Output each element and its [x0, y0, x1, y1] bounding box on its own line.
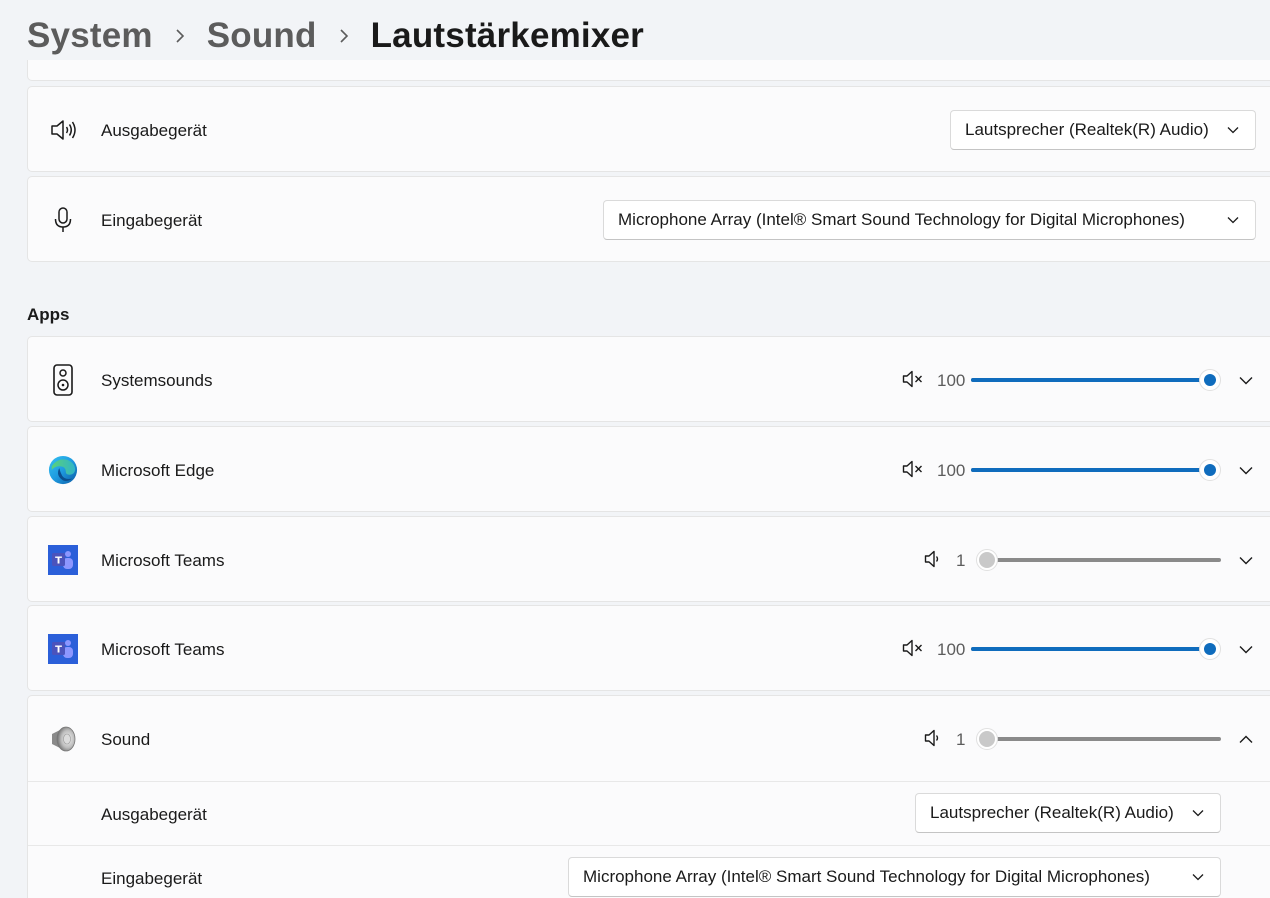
system-speaker-icon — [48, 364, 78, 396]
chevron-right-icon — [317, 29, 371, 43]
sound-input-device-label: Eingabegerät — [101, 869, 203, 888]
chevron-down-icon — [1239, 466, 1253, 474]
volume-slider-fill — [971, 647, 1211, 651]
volume-slider-thumb[interactable] — [1199, 369, 1221, 391]
apps-section-title: Apps — [27, 305, 70, 324]
app-row-microsoft-teams: T Microsoft Teams 1 — [27, 516, 1270, 602]
teams-logo-icon: T — [48, 634, 78, 664]
volume-slider-fill — [971, 378, 1211, 382]
output-device-dropdown[interactable]: Lautsprecher (Realtek(R) Audio) — [950, 110, 1256, 150]
scrollbar[interactable] — [1264, 0, 1270, 898]
chevron-down-icon — [1190, 869, 1206, 885]
sound-app-icon — [48, 724, 78, 754]
volume-slider-thumb[interactable] — [976, 549, 999, 571]
speaker-icon[interactable] — [920, 547, 944, 571]
volume-slider-fill — [971, 468, 1211, 472]
previous-card-edge — [27, 60, 1270, 81]
input-device-label: Eingabegerät — [101, 211, 203, 230]
volume-slider-thumb[interactable] — [1199, 459, 1221, 481]
sound-input-device-dropdown[interactable]: Microphone Array (Intel® Smart Sound Tec… — [568, 857, 1221, 897]
sound-output-device-dropdown[interactable]: Lautsprecher (Realtek(R) Audio) — [915, 793, 1221, 833]
output-device-label: Ausgabegerät — [101, 121, 207, 140]
mute-toggle-muted-icon[interactable] — [901, 636, 925, 660]
sound-input-device-value: Microphone Array (Intel® Smart Sound Tec… — [583, 867, 1150, 886]
speaker-volume-icon — [48, 115, 78, 145]
svg-text:T: T — [55, 556, 62, 567]
chevron-down-icon — [1239, 645, 1253, 653]
volume-value: 100 — [937, 640, 966, 659]
app-row-sound: Sound 1 Ausgabegerät Lautsprecher (Realt… — [27, 695, 1270, 898]
volume-value: 1 — [956, 730, 966, 749]
volume-value: 100 — [937, 371, 966, 390]
expand-button[interactable] — [1230, 364, 1262, 396]
chevron-down-icon — [1190, 805, 1206, 821]
divider — [28, 845, 1270, 846]
divider — [28, 781, 1270, 782]
expand-button[interactable] — [1230, 454, 1262, 486]
output-device-value: Lautsprecher (Realtek(R) Audio) — [965, 120, 1209, 139]
volume-slider-track[interactable] — [985, 737, 1221, 741]
microphone-icon — [48, 205, 78, 235]
breadcrumb-sound[interactable]: Sound — [207, 16, 317, 56]
app-row-microsoft-teams: T Microsoft Teams 100 — [27, 605, 1270, 691]
edge-logo-icon — [48, 455, 78, 485]
output-device-card: Ausgabegerät Lautsprecher (Realtek(R) Au… — [27, 86, 1270, 172]
breadcrumb: System Sound Lautstärkemixer — [27, 14, 644, 58]
chevron-down-icon — [1239, 376, 1253, 384]
chevron-right-icon — [153, 29, 207, 43]
app-name: Microsoft Edge — [101, 461, 215, 480]
chevron-down-icon — [1225, 212, 1241, 228]
mute-toggle-muted-icon[interactable] — [901, 457, 925, 481]
app-row-systemsounds: Systemsounds 100 — [27, 336, 1270, 422]
input-device-card: Eingabegerät Microphone Array (Intel® Sm… — [27, 176, 1270, 262]
volume-value: 100 — [937, 461, 966, 480]
collapse-button[interactable] — [1230, 723, 1262, 755]
chevron-up-icon — [1239, 735, 1253, 743]
app-name: Microsoft Teams — [101, 551, 225, 570]
volume-slider-track[interactable] — [985, 558, 1221, 562]
input-device-dropdown[interactable]: Microphone Array (Intel® Smart Sound Tec… — [603, 200, 1256, 240]
mute-toggle-muted-icon[interactable] — [901, 367, 925, 391]
speaker-icon[interactable] — [920, 726, 944, 750]
app-row-microsoft-edge: Microsoft Edge 100 — [27, 426, 1270, 512]
sound-output-device-value: Lautsprecher (Realtek(R) Audio) — [930, 803, 1174, 822]
sound-output-device-label: Ausgabegerät — [101, 805, 207, 824]
chevron-down-icon — [1225, 122, 1241, 138]
input-device-value: Microphone Array (Intel® Smart Sound Tec… — [618, 210, 1185, 229]
volume-value: 1 — [956, 551, 966, 570]
app-name: Microsoft Teams — [101, 640, 225, 659]
svg-text:T: T — [55, 645, 62, 656]
expand-button[interactable] — [1230, 633, 1262, 665]
app-name: Systemsounds — [101, 371, 213, 390]
volume-slider-thumb[interactable] — [976, 728, 999, 750]
app-name: Sound — [101, 730, 151, 749]
volume-slider-thumb[interactable] — [1199, 638, 1221, 660]
page-title: Lautstärkemixer — [370, 16, 645, 55]
breadcrumb-system[interactable]: System — [27, 16, 153, 56]
chevron-down-icon — [1239, 556, 1253, 564]
teams-logo-icon: T — [48, 545, 78, 575]
expand-button[interactable] — [1230, 544, 1262, 576]
